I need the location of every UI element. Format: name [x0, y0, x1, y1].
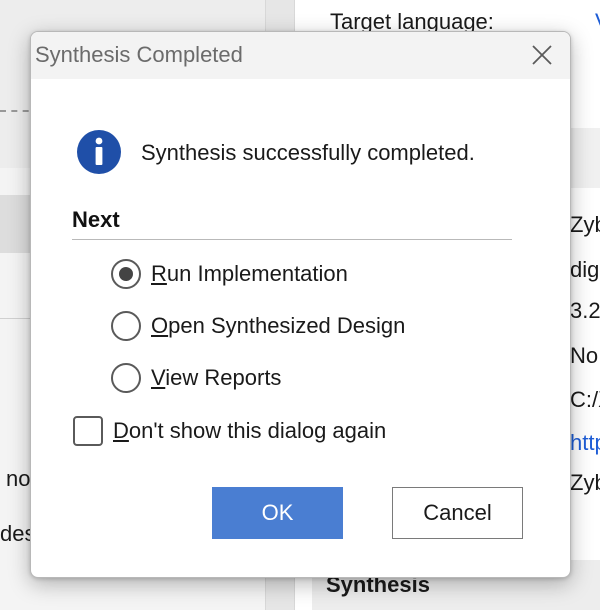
- open-synthesized-design-radio[interactable]: Open Synthesized Design: [111, 309, 405, 343]
- property-value: Zyb: [570, 470, 600, 495]
- next-section-title: Next: [72, 207, 120, 232]
- property-value: dig: [570, 257, 600, 282]
- property-value: C:/X: [570, 387, 600, 412]
- property-value: No: [570, 343, 599, 368]
- target-language-value[interactable]: V: [595, 9, 600, 35]
- cancel-button[interactable]: Cancel: [392, 487, 523, 539]
- dialog-message: Synthesis successfully completed.: [141, 140, 475, 165]
- radio-selected-dot: [119, 267, 133, 281]
- synthesis-completed-dialog: Synthesis Completed Synthesis successful…: [30, 31, 571, 578]
- close-icon: [532, 45, 552, 65]
- dialog-titlebar[interactable]: Synthesis Completed: [31, 32, 570, 79]
- dialog-title: Synthesis Completed: [35, 42, 243, 67]
- close-button[interactable]: [524, 38, 560, 72]
- run-implementation-radio[interactable]: Run Implementation: [111, 257, 348, 291]
- dont-show-again-label: Don't show this dialog again: [113, 418, 387, 443]
- view-reports-radio[interactable]: View Reports: [111, 361, 281, 395]
- info-icon: [77, 130, 121, 174]
- dont-show-again-checkbox-row[interactable]: Don't show this dialog again: [73, 414, 386, 448]
- ok-button[interactable]: OK: [212, 487, 343, 539]
- view-reports-label: View Reports: [151, 365, 282, 390]
- run-implementation-label: Run Implementation: [151, 261, 348, 286]
- radio-button[interactable]: [111, 311, 141, 341]
- section-divider: [72, 239, 512, 240]
- dont-show-again-checkbox[interactable]: [73, 416, 103, 446]
- radio-button[interactable]: [111, 363, 141, 393]
- left-panel-text: no: [6, 466, 31, 491]
- open-synthesized-design-label: Open Synthesized Design: [151, 313, 406, 338]
- property-link[interactable]: http: [570, 430, 600, 456]
- radio-button[interactable]: [111, 259, 141, 289]
- property-value: Zyb: [570, 212, 600, 237]
- property-value: 3.2: [570, 298, 600, 323]
- right-panel-band: [570, 128, 600, 188]
